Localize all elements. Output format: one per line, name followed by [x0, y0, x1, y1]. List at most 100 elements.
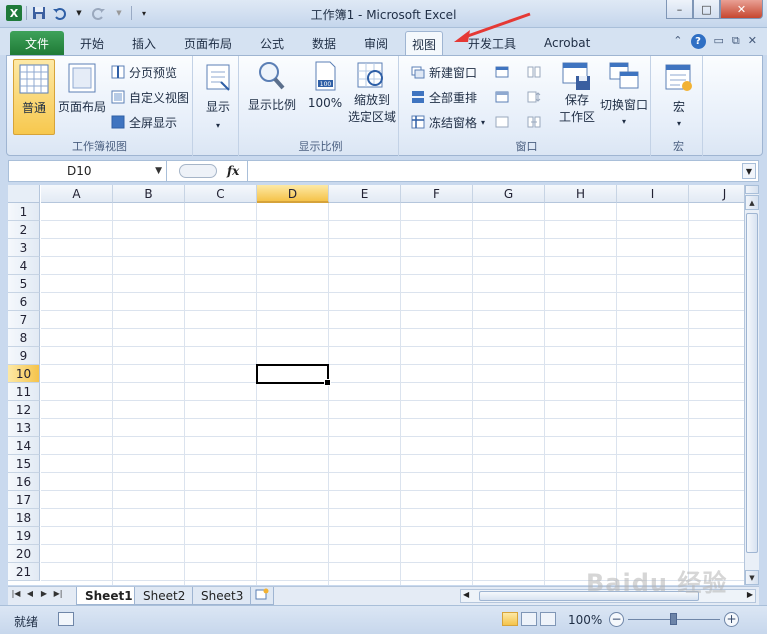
formula-input[interactable]	[253, 161, 740, 181]
page-layout-view-button[interactable]: 页面布局	[57, 62, 107, 115]
scroll-right-icon[interactable]: ▶	[747, 590, 753, 599]
tab-page-layout[interactable]: 页面布局	[178, 31, 238, 55]
zoom-100-button[interactable]: 100 100%	[305, 60, 345, 110]
tab-data[interactable]: 数据	[306, 31, 342, 55]
workbook-close-icon[interactable]: ✕	[748, 34, 757, 49]
vertical-scroll-thumb[interactable]	[746, 213, 758, 553]
tab-developer[interactable]: 开发工具	[462, 31, 522, 55]
zoom-in-icon[interactable]: +	[724, 612, 739, 627]
row-header-11[interactable]: 11	[8, 383, 40, 401]
insert-sheet-icon[interactable]	[250, 587, 274, 605]
custom-views-button[interactable]: 自定义视图	[111, 87, 189, 107]
zoom-slider-thumb[interactable]	[670, 613, 677, 625]
show-button[interactable]: 显示 ▾	[201, 62, 235, 130]
row-header-16[interactable]: 16	[8, 473, 40, 491]
column-header-j[interactable]: J	[689, 185, 744, 203]
active-cell[interactable]	[256, 364, 331, 386]
column-header-a[interactable]: A	[41, 185, 113, 203]
insert-function-icon[interactable]: fx	[227, 164, 239, 178]
minimize-ribbon-icon[interactable]: ⌃	[673, 34, 682, 49]
sheet-tab-sheet3[interactable]: Sheet3	[192, 587, 253, 605]
column-header-h[interactable]: H	[545, 185, 617, 203]
row-header-17[interactable]: 17	[8, 491, 40, 509]
row-header-12[interactable]: 12	[8, 401, 40, 419]
zoom-level[interactable]: 100%	[568, 613, 602, 627]
normal-view-button[interactable]: 普通	[13, 59, 55, 135]
row-header-7[interactable]: 7	[8, 311, 40, 329]
switch-windows-button[interactable]: 切换窗口 ▾	[599, 60, 649, 126]
row-header-19[interactable]: 19	[8, 527, 40, 545]
view-side-by-side-button[interactable]	[527, 62, 541, 82]
zoom-button[interactable]: 显示比例	[247, 60, 297, 113]
workbook-minimize-icon[interactable]: ▭	[714, 34, 724, 49]
column-header-e[interactable]: E	[329, 185, 401, 203]
row-header-9[interactable]: 9	[8, 347, 40, 365]
zoom-to-selection-button[interactable]: 缩放到 选定区域	[347, 60, 397, 126]
save-workspace-button[interactable]: 保存 工作区	[555, 60, 599, 126]
split-box-handle[interactable]	[745, 185, 759, 194]
first-sheet-icon[interactable]: |◀	[10, 589, 22, 598]
formula-resize-handle[interactable]	[179, 164, 217, 178]
full-screen-button[interactable]: 全屏显示	[111, 112, 177, 132]
unhide-window-button[interactable]	[495, 112, 509, 132]
row-header-21[interactable]: 21	[8, 563, 40, 581]
sheet-tab-sheet1[interactable]: Sheet1	[76, 587, 142, 605]
row-header-14[interactable]: 14	[8, 437, 40, 455]
scroll-down-icon[interactable]: ▼	[745, 570, 759, 585]
column-header-b[interactable]: B	[113, 185, 185, 203]
macro-record-icon[interactable]	[58, 612, 74, 626]
previous-sheet-icon[interactable]: ◀	[24, 589, 36, 598]
tab-acrobat[interactable]: Acrobat	[538, 31, 596, 55]
reset-window-position-button[interactable]	[527, 112, 541, 132]
tab-home[interactable]: 开始	[74, 31, 110, 55]
next-sheet-icon[interactable]: ▶	[38, 589, 50, 598]
cell-grid[interactable]	[41, 203, 744, 585]
scroll-left-icon[interactable]: ◀	[463, 590, 469, 599]
freeze-panes-button[interactable]: 冻结窗格 ▾	[411, 112, 485, 132]
page-layout-shortcut-icon[interactable]	[521, 612, 537, 626]
column-header-c[interactable]: C	[185, 185, 257, 203]
row-header-4[interactable]: 4	[8, 257, 40, 275]
workbook-restore-icon[interactable]: ⧉	[732, 34, 740, 49]
expand-formula-bar-icon[interactable]: ▼	[742, 163, 756, 179]
name-box[interactable]: D10 ▼	[9, 161, 167, 181]
scroll-up-icon[interactable]: ▲	[745, 195, 759, 210]
synchronous-scrolling-button[interactable]	[527, 87, 541, 107]
tab-view[interactable]: 视图	[405, 31, 444, 56]
tab-formulas[interactable]: 公式	[254, 31, 290, 55]
zoom-out-icon[interactable]: −	[609, 612, 624, 627]
row-header-1[interactable]: 1	[8, 203, 40, 221]
row-header-3[interactable]: 3	[8, 239, 40, 257]
tab-file[interactable]: 文件	[10, 31, 64, 55]
column-header-g[interactable]: G	[473, 185, 545, 203]
macros-button[interactable]: 宏 ▾	[661, 62, 697, 128]
column-header-d[interactable]: D	[257, 185, 329, 203]
row-header-13[interactable]: 13	[8, 419, 40, 437]
row-header-2[interactable]: 2	[8, 221, 40, 239]
column-header-i[interactable]: I	[617, 185, 689, 203]
worksheet-grid[interactable]: ABCDEFGHIJ 1 2 3 4 5 6 7 8 9 10 11 12 13 14 15 16 17 18 19…	[8, 185, 744, 585]
last-sheet-icon[interactable]: ▶|	[52, 589, 64, 598]
minimize-button[interactable]: –	[666, 0, 693, 19]
vertical-scrollbar[interactable]: ▲ ▼	[744, 185, 759, 585]
chevron-down-icon[interactable]: ▼	[155, 161, 162, 181]
select-all-corner[interactable]	[8, 185, 40, 203]
arrange-all-button[interactable]: 全部重排	[411, 87, 477, 107]
row-header-5[interactable]: 5	[8, 275, 40, 293]
new-window-button[interactable]: 新建窗口	[411, 62, 477, 82]
tab-review[interactable]: 审阅	[358, 31, 394, 55]
split-button[interactable]	[495, 62, 509, 82]
normal-view-shortcut-icon[interactable]	[502, 612, 518, 626]
row-header-10[interactable]: 10	[8, 365, 40, 383]
help-icon[interactable]: ?	[690, 34, 706, 49]
column-header-f[interactable]: F	[401, 185, 473, 203]
row-header-8[interactable]: 8	[8, 329, 40, 347]
page-break-shortcut-icon[interactable]	[540, 612, 556, 626]
hide-window-button[interactable]	[495, 87, 509, 107]
row-header-6[interactable]: 6	[8, 293, 40, 311]
tab-insert[interactable]: 插入	[126, 31, 162, 55]
maximize-button[interactable]: □	[693, 0, 720, 19]
page-break-preview-button[interactable]: 分页预览	[111, 62, 177, 82]
sheet-tab-sheet2[interactable]: Sheet2	[134, 587, 195, 605]
row-header-20[interactable]: 20	[8, 545, 40, 563]
